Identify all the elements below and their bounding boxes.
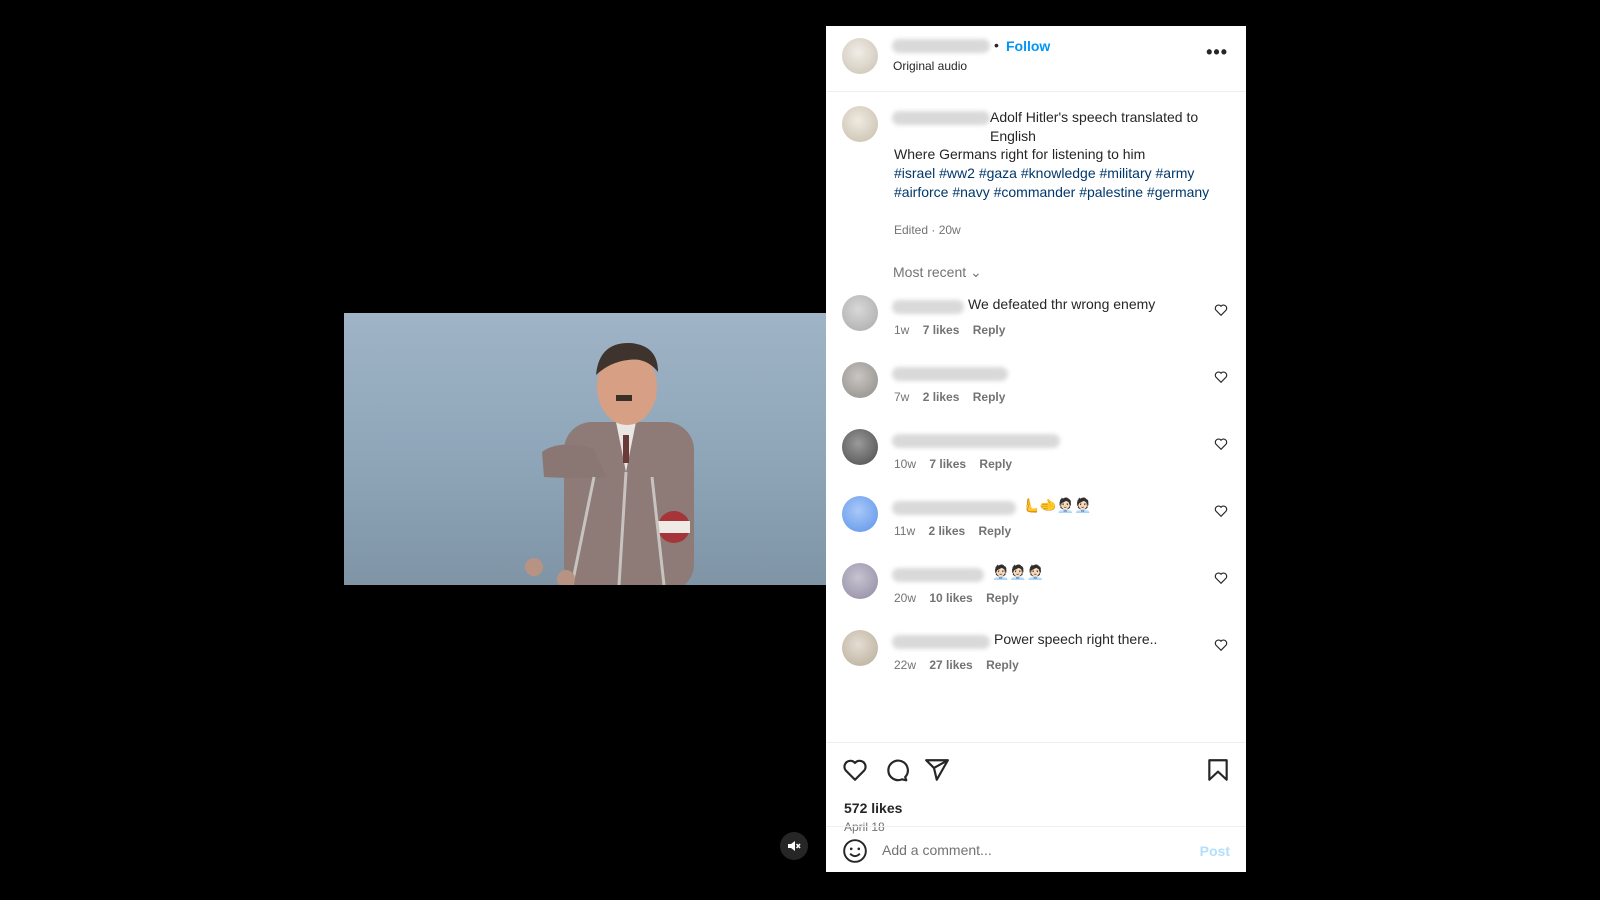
comment-reply-button[interactable]: Reply xyxy=(979,524,1012,538)
comment-heart-icon[interactable] xyxy=(1214,437,1228,451)
comment-likes[interactable]: 7 likes xyxy=(929,457,966,471)
mute-toggle-button[interactable] xyxy=(780,832,808,860)
comment-age: 20w xyxy=(894,591,917,605)
comment-text: 🫷🫲🧑🏻‍💼🧑🏻‍💼 xyxy=(1022,497,1092,513)
follow-button[interactable]: Follow xyxy=(1006,38,1050,54)
commenter-avatar[interactable] xyxy=(842,295,878,331)
comment-age: 11w xyxy=(894,524,916,538)
comment-text: We defeated thr wrong enemy xyxy=(968,296,1156,312)
comment-age: 1w xyxy=(894,323,910,337)
separator-dot: • xyxy=(994,37,999,53)
hashtag-link[interactable]: #army xyxy=(1156,165,1195,181)
comment-sort-dropdown[interactable]: Most recent ⌄ xyxy=(893,264,982,281)
comment-heart-icon[interactable] xyxy=(1214,303,1228,317)
hashtag-link[interactable]: #israel xyxy=(894,165,935,181)
commenter-username-redacted[interactable] xyxy=(892,501,1016,515)
hashtag-link[interactable]: #germany xyxy=(1147,184,1209,200)
commenter-username-redacted[interactable] xyxy=(892,635,990,649)
comment-reply-button[interactable]: Reply xyxy=(973,323,1006,337)
comment-age: 7w xyxy=(894,390,910,404)
commenter-avatar[interactable] xyxy=(842,496,878,532)
share-icon[interactable] xyxy=(924,757,950,783)
comment-sort-label: Most recent xyxy=(893,264,967,280)
muted-speaker-icon xyxy=(788,841,801,851)
post-side-panel: • Follow Original audio ••• Adolf Hitler… xyxy=(826,26,1246,872)
comment-item: 10w 7 likes Reply xyxy=(826,429,1246,495)
caption-author-avatar[interactable] xyxy=(842,106,878,142)
comment-meta: 1w 7 likes Reply xyxy=(894,323,1015,337)
caption-hashtags: #israel #ww2 #gaza #knowledge #military … xyxy=(894,164,1224,201)
comment-likes[interactable]: 7 likes xyxy=(923,323,960,337)
hashtag-link[interactable]: #airforce xyxy=(894,184,948,200)
comment-reply-button[interactable]: Reply xyxy=(973,390,1006,404)
comment-item: Power speech right there.. 22w 27 likes … xyxy=(826,630,1246,696)
comment-item: 🫷🫲🧑🏻‍💼🧑🏻‍💼 11w 2 likes Reply xyxy=(826,496,1246,562)
comment-likes[interactable]: 27 likes xyxy=(929,658,972,672)
author-avatar[interactable] xyxy=(842,38,878,74)
hashtag-link[interactable]: #navy xyxy=(952,184,989,200)
caption-line-2: Where Germans right for listening to him xyxy=(894,146,1146,163)
comment-heart-icon[interactable] xyxy=(1214,638,1228,652)
comment-age: 22w xyxy=(894,658,917,672)
hashtag-link[interactable]: #gaza xyxy=(979,165,1017,181)
video-pane[interactable] xyxy=(344,26,826,872)
emoji-icon[interactable] xyxy=(842,838,868,864)
comment-meta: 7w 2 likes Reply xyxy=(894,390,1015,404)
more-options-icon[interactable]: ••• xyxy=(1206,42,1228,63)
comment-likes[interactable]: 2 likes xyxy=(928,524,965,538)
comment-icon[interactable] xyxy=(883,757,909,783)
bookmark-icon[interactable] xyxy=(1205,757,1231,783)
comment-likes[interactable]: 2 likes xyxy=(923,390,960,404)
comment-item: 7w 2 likes Reply xyxy=(826,362,1246,428)
commenter-username-redacted[interactable] xyxy=(892,300,964,314)
commenter-avatar[interactable] xyxy=(842,563,878,599)
commenter-username-redacted[interactable] xyxy=(892,367,1008,381)
comment-input[interactable] xyxy=(882,837,1182,863)
video-thumbnail-figure xyxy=(525,342,694,585)
comment-composer: Post xyxy=(826,826,1246,872)
hashtag-link[interactable]: #military xyxy=(1100,165,1152,181)
comment-item: 🧑🏻‍💼🧑🏻‍💼🧑🏻‍💼 20w 10 likes Reply xyxy=(826,563,1246,629)
comment-text: Power speech right there.. xyxy=(994,631,1158,647)
commenter-avatar[interactable] xyxy=(842,630,878,666)
commenter-avatar[interactable] xyxy=(842,362,878,398)
commenter-avatar[interactable] xyxy=(842,429,878,465)
heart-icon[interactable] xyxy=(842,757,868,783)
hashtag-link[interactable]: #commander xyxy=(994,184,1076,200)
post-header: • Follow Original audio ••• xyxy=(826,26,1246,92)
comments-scroll-area[interactable]: Adolf Hitler's speech translated to Engl… xyxy=(826,92,1246,742)
comment-text: 🧑🏻‍💼🧑🏻‍💼🧑🏻‍💼 xyxy=(992,564,1045,580)
comment-reply-button[interactable]: Reply xyxy=(986,591,1019,605)
comment-meta: 10w 7 likes Reply xyxy=(894,457,1022,471)
comment-age: 10w xyxy=(894,457,917,471)
comment-reply-button[interactable]: Reply xyxy=(986,658,1019,672)
comment-meta: 22w 27 likes Reply xyxy=(894,658,1029,672)
comment-meta: 11w 2 likes Reply xyxy=(894,524,1021,538)
comment-item: We defeated thr wrong enemy 1w 7 likes R… xyxy=(826,295,1246,361)
edited-timestamp: Edited · 20w xyxy=(894,223,961,237)
comment-likes[interactable]: 10 likes xyxy=(929,591,972,605)
caption-line-1: Adolf Hitler's speech translated to Engl… xyxy=(990,109,1199,144)
original-audio-link[interactable]: Original audio xyxy=(893,59,967,73)
post-comment-button[interactable]: Post xyxy=(1200,843,1230,859)
post-likes-count[interactable]: 572 likes xyxy=(844,800,902,816)
commenter-username-redacted[interactable] xyxy=(892,434,1060,448)
hashtag-link[interactable]: #ww2 xyxy=(939,165,975,181)
hashtag-link[interactable]: #palestine xyxy=(1079,184,1143,200)
caption-text: Adolf Hitler's speech translated to Engl… xyxy=(894,108,1224,202)
commenter-username-redacted[interactable] xyxy=(892,568,984,582)
author-username-redacted[interactable] xyxy=(892,39,990,53)
video-frame[interactable] xyxy=(344,313,826,585)
comment-meta: 20w 10 likes Reply xyxy=(894,591,1029,605)
comment-heart-icon[interactable] xyxy=(1214,571,1228,585)
comment-reply-button[interactable]: Reply xyxy=(979,457,1012,471)
chevron-down-icon: ⌄ xyxy=(970,264,982,280)
comment-heart-icon[interactable] xyxy=(1214,370,1228,384)
hashtag-link[interactable]: #knowledge xyxy=(1021,165,1096,181)
comment-heart-icon[interactable] xyxy=(1214,504,1228,518)
